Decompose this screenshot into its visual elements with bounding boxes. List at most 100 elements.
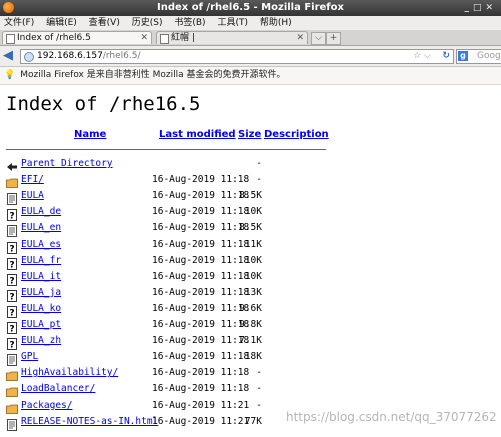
window-controls[interactable]: _□✕ bbox=[464, 0, 497, 16]
file-link[interactable]: EULA_zh bbox=[21, 335, 61, 346]
file-size: 10K bbox=[244, 206, 262, 218]
bookmark-star-icon[interactable]: ☆ ⌵ bbox=[413, 50, 431, 63]
column-header-last-modified[interactable]: Last modified bbox=[159, 129, 236, 141]
site-identity-icon[interactable] bbox=[24, 52, 34, 62]
file-link[interactable]: EULA_ja bbox=[21, 287, 61, 298]
file-link[interactable]: EULA_es bbox=[21, 239, 61, 250]
close-tab-icon[interactable]: ✕ bbox=[296, 32, 304, 45]
menu-view[interactable]: 查看(V) bbox=[89, 16, 120, 30]
unknown-icon: ? bbox=[6, 335, 18, 350]
file-size: 9.6K bbox=[239, 302, 262, 314]
listing-row: EULA 16-Aug-2019 11:18 8.5K bbox=[0, 188, 501, 206]
unknown-icon: ? bbox=[6, 239, 18, 254]
listing-row: EFI/16-Aug-2019 11:18- bbox=[0, 172, 501, 188]
file-size: 8.5K bbox=[239, 190, 262, 202]
unknown-icon: ? bbox=[6, 303, 18, 318]
file-link[interactable]: EULA_it bbox=[21, 271, 61, 282]
listing-row: ? EULA_it 16-Aug-2019 11:18 10K bbox=[0, 269, 501, 286]
text-icon bbox=[6, 222, 18, 238]
text-icon bbox=[6, 190, 18, 206]
menu-bookmarks[interactable]: 书签(B) bbox=[174, 16, 205, 30]
file-size: 9.8K bbox=[239, 319, 262, 330]
listing-row: LoadBalancer/16-Aug-2019 11:18- bbox=[0, 381, 501, 398]
column-header-name[interactable]: Name bbox=[74, 129, 106, 141]
file-link[interactable]: LoadBalancer/ bbox=[21, 383, 95, 394]
url-host: 192.168.6.157 bbox=[37, 51, 103, 61]
file-size: 18K bbox=[244, 351, 262, 363]
file-link[interactable]: EULA_ko bbox=[21, 303, 61, 314]
back-icon bbox=[6, 158, 18, 171]
unknown-icon: ? bbox=[6, 319, 18, 334]
tab-label: 紅帽 | bbox=[171, 33, 195, 43]
listing-row: GPL 16-Aug-2019 11:18 18K bbox=[0, 349, 501, 367]
menu-file[interactable]: 文件(F) bbox=[4, 16, 34, 30]
url-path: /rhel6.5/ bbox=[102, 51, 141, 61]
unknown-icon: ? bbox=[6, 206, 18, 222]
firefox-logo-icon bbox=[3, 2, 14, 13]
url-text: 192.168.6.157/rhel6.5/ bbox=[37, 50, 141, 63]
file-size: 7.1K bbox=[239, 335, 262, 347]
file-link[interactable]: EFI/ bbox=[21, 174, 44, 185]
menu-history[interactable]: 历史(S) bbox=[132, 16, 163, 30]
listing-row: EULA_en 16-Aug-2019 11:18 8.5K bbox=[0, 220, 501, 238]
text-icon bbox=[6, 416, 18, 431]
listing-row: ? EULA_zh 16-Aug-2019 11:18 7.1K bbox=[0, 333, 501, 350]
close-tab-icon[interactable]: ✕ bbox=[140, 32, 148, 45]
tab-bar: Index of /rhel6.5 ✕ 紅帽 | ✕ ⌵ + bbox=[0, 30, 501, 46]
back-arrow-icon[interactable]: ◀ bbox=[3, 49, 13, 62]
window-titlebar: Index of /rhel6.5 - Mozilla Firefox _□✕ bbox=[0, 0, 501, 16]
listing-row: HighAvailability/16-Aug-2019 11:18- bbox=[0, 365, 501, 382]
search-placeholder: Goog bbox=[477, 51, 501, 61]
tab-index-rhel[interactable]: Index of /rhel6.5 ✕ bbox=[2, 31, 152, 44]
listing-row: Parent Directory - bbox=[0, 156, 501, 172]
file-link[interactable]: HighAvailability/ bbox=[21, 367, 118, 378]
file-size: - bbox=[256, 399, 262, 411]
file-link[interactable]: Parent Directory bbox=[21, 158, 113, 169]
page-content: Index of /rhe16.5 Name Last modified Siz… bbox=[0, 85, 501, 437]
header-divider bbox=[6, 149, 326, 150]
file-link[interactable]: EULA bbox=[21, 190, 44, 201]
list-tabs-icon[interactable]: ⌵ bbox=[311, 32, 326, 45]
search-bar[interactable]: g Goog bbox=[456, 49, 501, 64]
unknown-icon: ? bbox=[6, 287, 18, 302]
menu-help[interactable]: 帮助(H) bbox=[260, 16, 292, 30]
file-size: - bbox=[256, 383, 262, 395]
reload-icon[interactable]: ↻ bbox=[442, 50, 450, 63]
notice-text: Mozilla Firefox 是来自非营利性 Mozilla 基金会的免费开源… bbox=[20, 70, 286, 80]
folder-icon bbox=[6, 174, 18, 188]
tab-redhat[interactable]: 紅帽 | ✕ bbox=[156, 31, 308, 44]
url-bar[interactable]: 192.168.6.157/rhel6.5/ ☆ ⌵ ↻ bbox=[20, 49, 454, 64]
file-link[interactable]: RELEASE-NOTES-as-IN.html bbox=[21, 416, 158, 427]
new-tab-icon[interactable]: + bbox=[326, 32, 341, 45]
file-link[interactable]: EULA_fr bbox=[21, 255, 61, 266]
watermark: https://blog.csdn.net/qq_37077262 bbox=[286, 410, 497, 424]
file-link[interactable]: EULA_en bbox=[21, 222, 61, 233]
file-link[interactable]: EULA_de bbox=[21, 206, 61, 217]
menu-bar: 文件(F) 编辑(E) 查看(V) 历史(S) 书签(B) 工具(T) 帮助(H… bbox=[0, 16, 501, 30]
listing-row: ? EULA_ja 16-Aug-2019 11:18 13K bbox=[0, 285, 501, 302]
folder-icon bbox=[6, 400, 18, 414]
file-size: 77K bbox=[244, 415, 262, 427]
file-link[interactable]: GPL bbox=[21, 351, 38, 362]
column-header-size[interactable]: Size bbox=[238, 129, 261, 141]
file-size: - bbox=[256, 174, 262, 186]
file-size: 10K bbox=[244, 270, 262, 282]
unknown-icon: ? bbox=[6, 271, 18, 286]
file-size: 10K bbox=[244, 254, 262, 266]
file-link[interactable]: EULA_pt bbox=[21, 319, 61, 330]
menu-edit[interactable]: 编辑(E) bbox=[46, 16, 77, 30]
page-icon bbox=[6, 34, 15, 44]
listing-row: ? EULA_es 16-Aug-2019 11:18 11K bbox=[0, 237, 501, 254]
column-header-description[interactable]: Description bbox=[264, 129, 329, 141]
folder-icon bbox=[6, 367, 18, 382]
lightbulb-icon: 💡 bbox=[4, 70, 16, 80]
google-icon[interactable]: g bbox=[458, 51, 468, 61]
listing-row: ? EULA_de 16-Aug-2019 11:18 10K bbox=[0, 204, 501, 222]
listing-row: ? EULA_fr 16-Aug-2019 11:18 10K bbox=[0, 253, 501, 270]
menu-tools[interactable]: 工具(T) bbox=[217, 16, 248, 30]
file-size: 13K bbox=[244, 286, 262, 298]
file-link[interactable]: Packages/ bbox=[21, 400, 72, 411]
navigation-toolbar: ◀ 192.168.6.157/rhel6.5/ ☆ ⌵ ↻ g Goog bbox=[0, 46, 501, 67]
folder-icon bbox=[6, 383, 18, 398]
unknown-icon: ? bbox=[6, 255, 18, 270]
